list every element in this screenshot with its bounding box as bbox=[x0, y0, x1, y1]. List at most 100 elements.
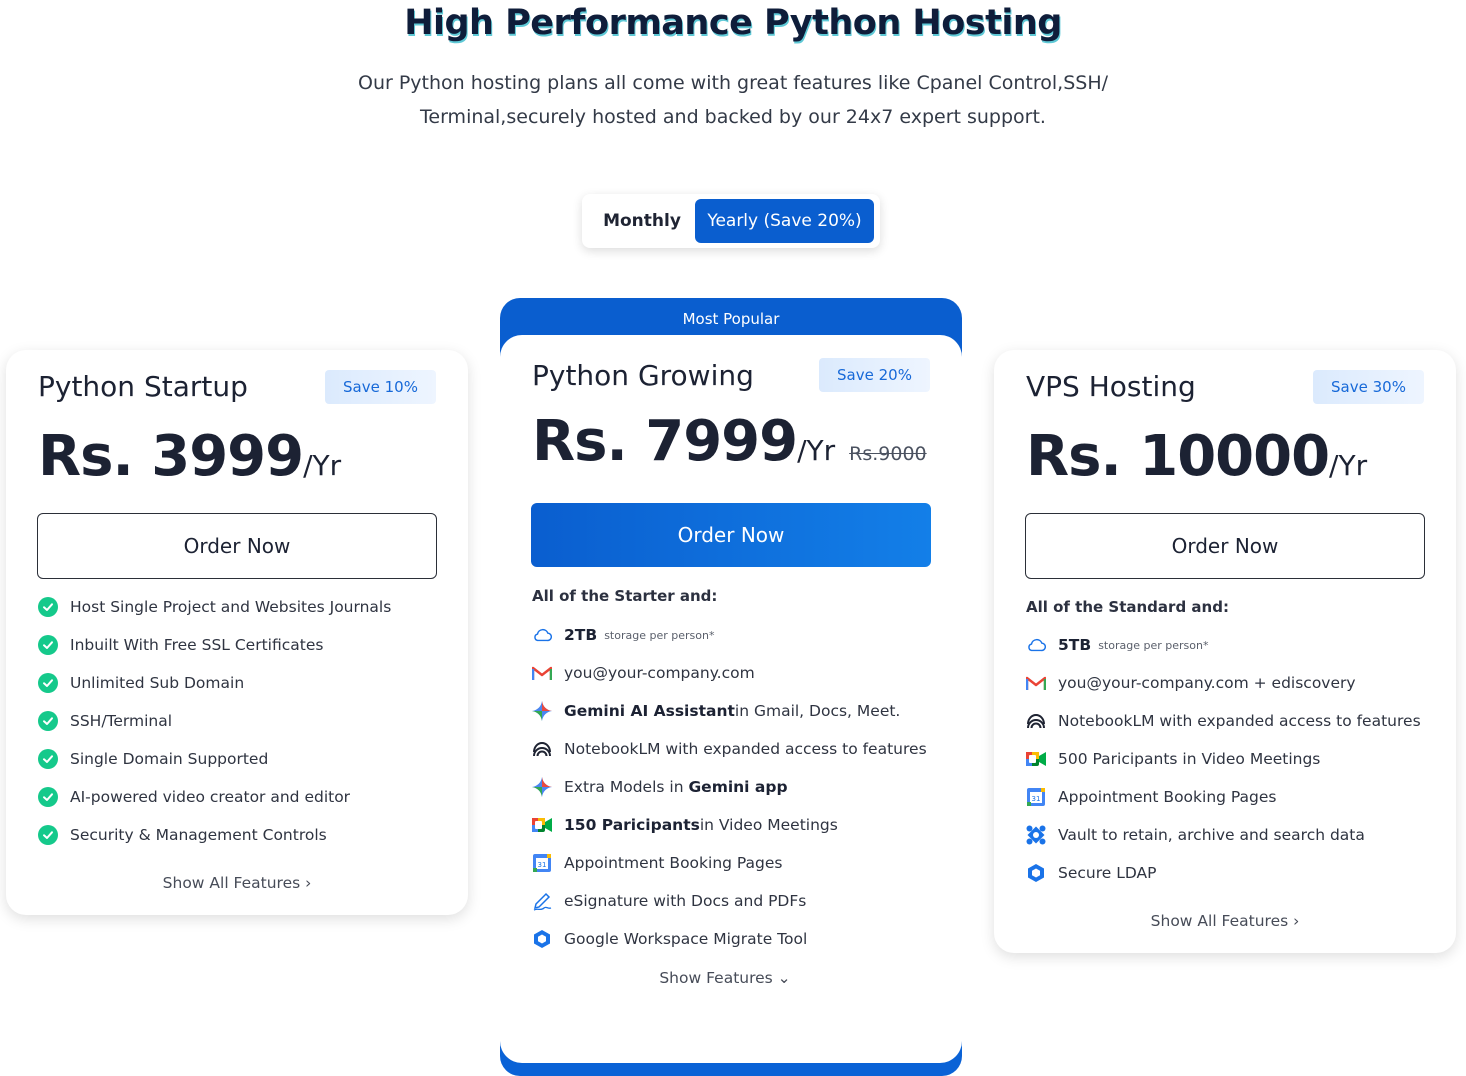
feature-text: eSignature with Docs and PDFs bbox=[564, 892, 807, 910]
feature-bold: 150 Paricipants bbox=[564, 816, 700, 834]
feature-text: 500 Paricipants in Video Meetings bbox=[1058, 750, 1321, 768]
feature-note: storage per person* bbox=[1098, 638, 1209, 652]
save-badge: Save 30% bbox=[1313, 370, 1424, 404]
notebooklm-icon bbox=[1026, 711, 1046, 731]
feature-text: you@your-company.com bbox=[564, 664, 755, 682]
plan-card-startup: Python Startup Save 10% Rs. 3999/Yr Orde… bbox=[6, 350, 468, 915]
feature-text: Unlimited Sub Domain bbox=[70, 674, 245, 692]
feature-text: Inbuilt With Free SSL Certificates bbox=[70, 636, 324, 654]
list-item: Single Domain Supported bbox=[38, 740, 391, 778]
list-item: Vault to retain, archive and search data bbox=[1026, 816, 1421, 854]
feature-text: you@your-company.com + ediscovery bbox=[1058, 674, 1356, 692]
calendar-icon: 31 bbox=[1026, 787, 1046, 807]
feature-bold: 2TB bbox=[564, 626, 598, 644]
feature-note: storage per person* bbox=[604, 628, 715, 642]
feature-list: 2TB storage per person* you@your-company.… bbox=[532, 616, 927, 958]
signature-icon bbox=[532, 891, 552, 911]
feature-text: NotebookLM with expanded access to featu… bbox=[564, 740, 927, 758]
list-item: NotebookLM with expanded access to featu… bbox=[1026, 702, 1421, 740]
feature-text: in Gmail, Docs, Meet. bbox=[734, 702, 901, 720]
meet-icon bbox=[532, 815, 552, 835]
check-icon bbox=[38, 635, 58, 655]
list-item: 31 Appointment Booking Pages bbox=[1026, 778, 1421, 816]
list-item: 31 Appointment Booking Pages bbox=[532, 844, 927, 882]
save-badge: Save 20% bbox=[819, 358, 930, 392]
list-item: 500 Paricipants in Video Meetings bbox=[1026, 740, 1421, 778]
migrate-icon bbox=[532, 929, 552, 949]
calendar-icon: 31 bbox=[532, 853, 552, 873]
check-icon bbox=[38, 711, 58, 731]
check-icon bbox=[38, 749, 58, 769]
monthly-option[interactable]: Monthly bbox=[588, 199, 696, 243]
gemini-icon bbox=[532, 701, 552, 721]
list-item: Secure LDAP bbox=[1026, 854, 1421, 892]
plan-price: Rs. 10000/Yr bbox=[1026, 424, 1367, 489]
list-item: you@your-company.com + ediscovery bbox=[1026, 664, 1421, 702]
page-title: High Performance Python Hosting bbox=[404, 3, 1062, 43]
feature-text: Google Workspace Migrate Tool bbox=[564, 930, 808, 948]
order-now-button[interactable]: Order Now bbox=[1025, 513, 1425, 579]
plan-price: Rs. 7999/Yr Rs.9000 bbox=[532, 409, 927, 474]
list-item: NotebookLM with expanded access to featu… bbox=[532, 730, 927, 768]
list-item: SSH/Terminal bbox=[38, 702, 391, 740]
list-item: Security & Management Controls bbox=[38, 816, 391, 854]
price-amount: Rs. 3999 bbox=[38, 424, 304, 489]
notebooklm-icon bbox=[532, 739, 552, 759]
list-item: Google Workspace Migrate Tool bbox=[532, 920, 927, 958]
list-item: Unlimited Sub Domain bbox=[38, 664, 391, 702]
plan-card-vps: VPS Hosting Save 30% Rs. 10000/Yr Order … bbox=[994, 350, 1456, 953]
gmail-icon bbox=[1026, 673, 1046, 693]
save-badge: Save 10% bbox=[325, 370, 436, 404]
svg-text:31: 31 bbox=[1032, 795, 1041, 803]
show-all-features-link[interactable]: Show All Features › bbox=[994, 912, 1456, 930]
plan-name: Python Startup bbox=[38, 370, 248, 403]
list-item: 5TB storage per person* bbox=[1026, 626, 1421, 664]
feature-text: Appointment Booking Pages bbox=[1058, 788, 1277, 806]
features-intro: All of the Starter and: bbox=[532, 587, 718, 605]
feature-text: SSH/Terminal bbox=[70, 712, 173, 730]
show-all-features-link[interactable]: Show All Features › bbox=[6, 874, 468, 892]
meet-icon bbox=[1026, 749, 1046, 769]
price-amount: Rs. 10000 bbox=[1026, 424, 1330, 489]
hero-header: High Performance Python Hosting Our Pyth… bbox=[0, 0, 1466, 134]
cloud-icon bbox=[532, 625, 552, 645]
cloud-icon bbox=[1026, 635, 1046, 655]
feature-text: Host Single Project and Websites Journal… bbox=[70, 598, 392, 616]
show-features-link[interactable]: Show Features ⌄ bbox=[494, 969, 956, 987]
price-amount: Rs. 7999 bbox=[532, 409, 798, 474]
features-intro: All of the Standard and: bbox=[1026, 598, 1229, 616]
old-price: Rs.9000 bbox=[849, 443, 927, 465]
list-item: Extra Models in Gemini app bbox=[532, 768, 927, 806]
check-icon bbox=[38, 825, 58, 845]
list-item: Host Single Project and Websites Journal… bbox=[38, 588, 391, 626]
price-period: /Yr bbox=[797, 434, 836, 467]
feature-text: Extra Models in bbox=[564, 778, 684, 796]
feature-bold: Gemini AI Assistant bbox=[564, 702, 735, 720]
page-subtitle: Our Python hosting plans all come with g… bbox=[0, 66, 1466, 134]
plan-name: Python Growing bbox=[532, 359, 754, 392]
ldap-icon bbox=[1026, 863, 1046, 883]
gemini-icon bbox=[532, 777, 552, 797]
yearly-option[interactable]: Yearly (Save 20%) bbox=[695, 199, 874, 243]
vault-icon bbox=[1026, 825, 1046, 845]
order-now-button[interactable]: Order Now bbox=[37, 513, 437, 579]
check-icon bbox=[38, 673, 58, 693]
order-now-button[interactable]: Order Now bbox=[531, 503, 931, 567]
billing-toggle: Monthly Yearly (Save 20%) bbox=[582, 194, 880, 248]
gmail-icon bbox=[532, 663, 552, 683]
subtitle-line-1: Our Python hosting plans all come with g… bbox=[357, 72, 1109, 94]
list-item: 150 Paricipants in Video Meetings bbox=[532, 806, 927, 844]
feature-list: 5TB storage per person* you@your-company.… bbox=[1026, 626, 1421, 892]
feature-text: Appointment Booking Pages bbox=[564, 854, 783, 872]
feature-text: Secure LDAP bbox=[1058, 864, 1157, 882]
feature-text: Single Domain Supported bbox=[70, 750, 269, 768]
feature-text: Vault to retain, archive and search data bbox=[1058, 826, 1365, 844]
feature-bold: Gemini app bbox=[688, 778, 788, 796]
list-item: you@your-company.com bbox=[532, 654, 927, 692]
check-icon bbox=[38, 597, 58, 617]
plan-price: Rs. 3999/Yr bbox=[38, 424, 341, 489]
feature-text: NotebookLM with expanded access to featu… bbox=[1058, 712, 1421, 730]
list-item: AI-powered video creator and editor bbox=[38, 778, 391, 816]
price-period: /Yr bbox=[1329, 449, 1368, 482]
check-icon bbox=[38, 787, 58, 807]
